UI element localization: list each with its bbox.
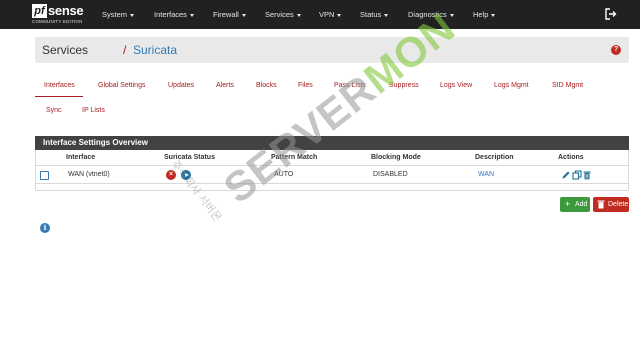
column-header-interface: Interface <box>66 154 96 161</box>
panel-heading: Interface Settings Overview <box>35 136 629 150</box>
add-button[interactable]: + Add <box>560 197 590 212</box>
logo-sense: sense <box>48 3 84 18</box>
tab-blocks[interactable]: Blocks <box>256 82 277 89</box>
nav-interfaces[interactable]: Interfaces <box>154 10 194 19</box>
tab-alerts[interactable]: Alerts <box>216 82 234 89</box>
tab-ip-lists[interactable]: IP Lists <box>82 107 105 114</box>
column-header-actions: Actions <box>558 154 584 161</box>
logo-edition: COMMUNITY EDITION <box>32 19 83 24</box>
tab-files[interactable]: Files <box>298 82 313 89</box>
tab-interfaces[interactable]: Interfaces <box>44 82 75 89</box>
nav-vpn[interactable]: VPN <box>319 10 342 19</box>
breadcrumb-parent: Services <box>42 43 89 57</box>
column-header-status: Suricata Status <box>164 154 215 161</box>
header-divider <box>36 165 628 166</box>
plus-icon: + <box>565 199 571 209</box>
delete-button-label: Delete <box>608 201 629 208</box>
column-header-description: Description <box>475 154 514 161</box>
cell-pattern-match: AUTO <box>274 171 294 178</box>
sign-out-icon[interactable] <box>605 8 617 20</box>
chevron-down-icon <box>130 13 135 17</box>
breadcrumb-separator: / <box>123 43 127 57</box>
tab-suppress[interactable]: Suppress <box>389 82 419 89</box>
panel-title: Interface Settings Overview <box>43 138 148 147</box>
cell-blocking-mode: DISABLED <box>373 171 408 178</box>
cell-description[interactable]: WAN <box>478 171 494 178</box>
chevron-down-icon <box>491 13 496 17</box>
delete-button[interactable]: Delete <box>593 197 629 212</box>
chevron-down-icon <box>449 13 454 17</box>
nav-system[interactable]: System <box>102 10 135 19</box>
logo-pf: pf <box>32 4 47 18</box>
tab-updates[interactable]: Updates <box>168 82 194 89</box>
tab-sync[interactable]: Sync <box>46 107 62 114</box>
nav-help[interactable]: Help <box>473 10 496 19</box>
breadcrumb-current[interactable]: Suricata <box>133 43 177 57</box>
tab-pass-lists[interactable]: Pass Lists <box>334 82 366 89</box>
row-select-checkbox[interactable] <box>40 171 49 180</box>
info-icon[interactable]: i <box>40 223 50 233</box>
nav-firewall[interactable]: Firewall <box>213 10 246 19</box>
nav-services[interactable]: Services <box>265 10 301 19</box>
column-header-pattern-match: Pattern Match <box>271 154 318 161</box>
cell-interface: WAN (vtnet0) <box>68 171 110 178</box>
row-divider <box>36 183 628 184</box>
tab-logs-view[interactable]: Logs View <box>440 82 472 89</box>
delete-icon[interactable] <box>582 170 592 180</box>
pfsense-logo[interactable]: pf sense COMMUNITY EDITION <box>32 3 90 26</box>
tab-global-settings[interactable]: Global Settings <box>98 82 145 89</box>
tab-sid-mgmt[interactable]: SID Mgmt <box>552 82 583 89</box>
add-button-label: Add <box>575 201 588 208</box>
start-icon[interactable] <box>181 170 191 180</box>
chevron-down-icon <box>241 13 246 17</box>
help-icon[interactable]: ? <box>611 45 621 55</box>
stopped-icon: × <box>166 170 176 180</box>
tab-logs-mgmt[interactable]: Logs Mgmt <box>494 82 529 89</box>
breadcrumb: Services / Suricata ? <box>35 37 629 63</box>
active-tab-underline <box>35 96 83 97</box>
column-header-blocking-mode: Blocking Mode <box>371 154 421 161</box>
trash-icon <box>597 200 605 209</box>
chevron-down-icon <box>337 13 342 17</box>
chevron-down-icon <box>384 13 389 17</box>
copy-icon[interactable] <box>572 170 582 180</box>
edit-icon[interactable] <box>561 170 571 180</box>
chevron-down-icon <box>189 13 194 17</box>
chevron-down-icon <box>296 13 301 17</box>
nav-status[interactable]: Status <box>360 10 389 19</box>
top-navbar: pf sense COMMUNITY EDITION System Interf… <box>0 0 640 29</box>
nav-diagnostics[interactable]: Diagnostics <box>408 10 454 19</box>
